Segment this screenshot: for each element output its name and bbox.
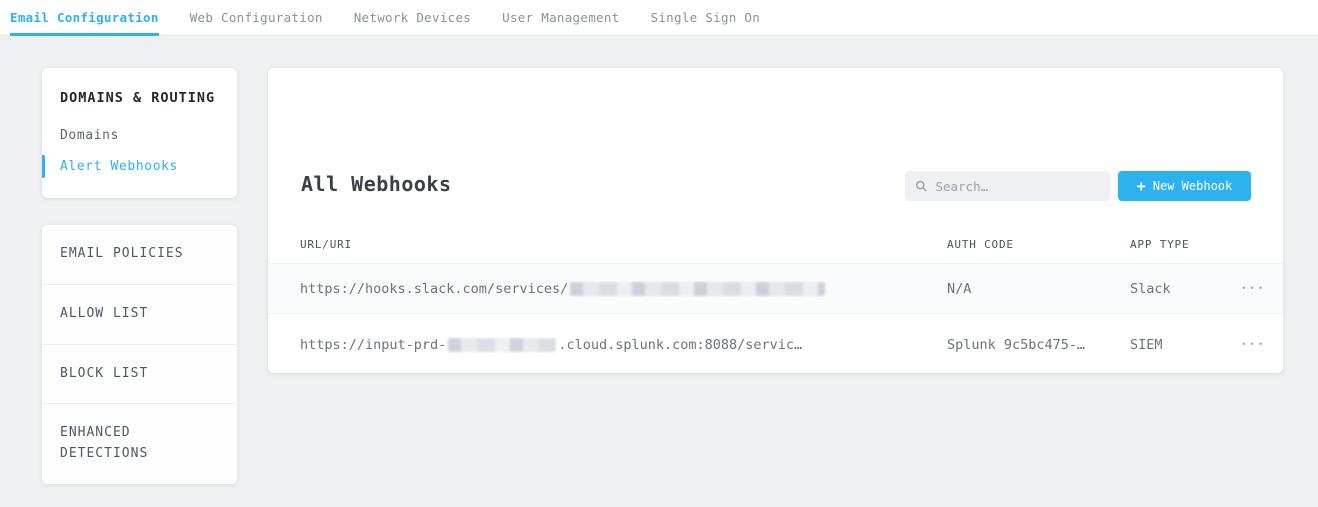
column-header-auth-code: AUTH CODE xyxy=(947,238,1130,251)
url-text: .cloud.splunk.com:8088/servic… xyxy=(558,337,802,353)
page-title: All Webhooks xyxy=(301,172,452,196)
sidebar-item-domains[interactable]: Domains xyxy=(42,120,237,151)
redacted-blur xyxy=(570,282,825,296)
column-header-app-type: APP TYPE xyxy=(1130,238,1239,251)
domains-routing-heading: DOMAINS & ROUTING xyxy=(42,90,237,106)
policies-card: EMAIL POLICIES ALLOW LIST BLOCK LIST ENH… xyxy=(42,225,237,484)
tab-user-management[interactable]: User Management xyxy=(502,0,619,35)
row-menu-ellipsis-icon[interactable]: ••• xyxy=(1239,280,1268,298)
sidebar-item-alert-webhooks[interactable]: Alert Webhooks xyxy=(42,151,237,182)
redacted-blur xyxy=(448,338,556,352)
domains-routing-card: DOMAINS & ROUTING Domains Alert Webhooks xyxy=(42,68,237,198)
sidebar-item-allow-list[interactable]: ALLOW LIST xyxy=(42,284,237,344)
tab-email-configuration[interactable]: Email Configuration xyxy=(10,0,159,35)
sidebar-item-block-list[interactable]: BLOCK LIST xyxy=(42,344,237,404)
new-webhook-button[interactable]: + New Webhook xyxy=(1118,171,1251,201)
sidebar-item-enhanced-detections[interactable]: ENHANCED DETECTIONS xyxy=(42,403,237,484)
webhook-auth-code: N/A xyxy=(947,281,1130,297)
column-header-url: URL/URI xyxy=(300,238,947,251)
new-webhook-button-label: New Webhook xyxy=(1153,179,1232,193)
webhook-url: https://input-prd- .cloud.splunk.com:808… xyxy=(300,337,947,353)
tab-network-devices[interactable]: Network Devices xyxy=(354,0,471,35)
webhook-url: https://hooks.slack.com/services/ xyxy=(300,281,947,297)
search-input[interactable] xyxy=(935,179,1100,194)
url-text: https://input-prd- xyxy=(300,337,446,353)
webhook-auth-code: Splunk 9c5bc475-… xyxy=(947,337,1130,353)
webhooks-table: URL/URI AUTH CODE APP TYPE https://hooks… xyxy=(268,226,1283,376)
url-text: https://hooks.slack.com/services/ xyxy=(300,281,568,297)
webhook-app-type: SIEM xyxy=(1130,337,1239,353)
table-header-row: URL/URI AUTH CODE APP TYPE xyxy=(268,226,1283,264)
tab-single-sign-on[interactable]: Single Sign On xyxy=(651,0,761,35)
tab-web-configuration[interactable]: Web Configuration xyxy=(190,0,323,35)
search-box xyxy=(905,171,1110,201)
webhooks-panel: All Webhooks + New Webhook URL/URI AUTH … xyxy=(268,68,1283,373)
top-navigation: Email Configuration Web Configuration Ne… xyxy=(0,0,1318,36)
row-menu-ellipsis-icon[interactable]: ••• xyxy=(1239,336,1268,354)
plus-icon: + xyxy=(1137,179,1146,194)
table-row[interactable]: https://input-prd- .cloud.splunk.com:808… xyxy=(268,314,1283,376)
search-icon xyxy=(915,179,927,193)
email-configuration-page: Email Configuration Web Configuration Ne… xyxy=(0,0,1318,507)
table-row[interactable]: https://hooks.slack.com/services/ N/A Sl… xyxy=(268,264,1283,314)
sidebar-item-email-policies[interactable]: EMAIL POLICIES xyxy=(42,225,237,284)
webhook-app-type: Slack xyxy=(1130,281,1239,297)
